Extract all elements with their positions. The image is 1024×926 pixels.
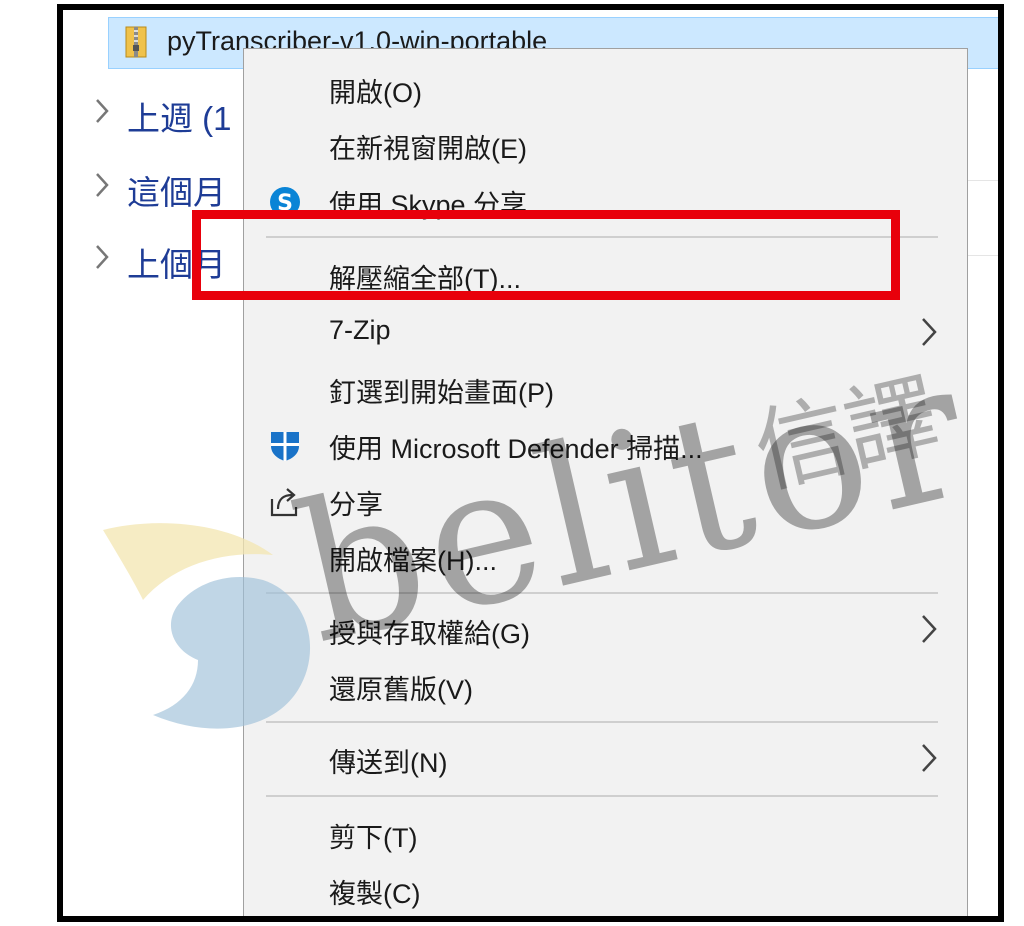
chevron-right-icon (922, 318, 937, 346)
screenshot-frame: pyTranscriber-v1.0-win-portable 上週 (1 這個… (57, 4, 1004, 922)
menu-item-send-to[interactable]: 傳送到(N) (244, 733, 967, 787)
group-label: 上週 (1 (127, 100, 232, 137)
menu-item-label: 複製(C) (329, 879, 421, 909)
menu-item-open[interactable]: 開啟(O) (244, 63, 967, 117)
group-label: 這個月 (127, 174, 226, 211)
menu-item-share[interactable]: 分享 (244, 475, 967, 529)
menu-item-label: 釘選到開始畫面(P) (329, 378, 554, 408)
chevron-right-icon (96, 245, 109, 269)
menu-item-label: 開啟(O) (329, 78, 422, 108)
menu-item-restore-previous[interactable]: 還原舊版(V) (244, 660, 967, 714)
context-menu: 開啟(O) 在新視窗開啟(E) S 使用 Skype 分享 解壓縮全部(T)..… (243, 48, 968, 916)
skype-icon: S (270, 187, 300, 217)
menu-item-cut[interactable]: 剪下(T) (244, 808, 967, 862)
menu-item-label: 授與存取權給(G) (329, 619, 530, 649)
menu-item-label: 7-Zip (329, 315, 391, 345)
menu-item-extract-all[interactable]: 解壓縮全部(T)... (244, 249, 967, 303)
menu-item-label: 解壓縮全部(T)... (329, 264, 521, 294)
menu-item-label: 分享 (329, 490, 383, 520)
menu-item-label: 使用 Microsoft Defender 掃描... (329, 434, 703, 464)
menu-item-pin-to-start[interactable]: 釘選到開始畫面(P) (244, 363, 967, 417)
chevron-right-icon (922, 615, 937, 643)
menu-item-label: 在新視窗開啟(E) (329, 134, 527, 164)
menu-item-give-access[interactable]: 授與存取權給(G) (244, 604, 967, 658)
menu-item-copy[interactable]: 複製(C) (244, 864, 967, 916)
menu-separator (266, 592, 938, 594)
group-label: 上個月 (127, 246, 226, 283)
menu-item-open-new-window[interactable]: 在新視窗開啟(E) (244, 119, 967, 173)
menu-separator (266, 795, 938, 797)
chevron-right-icon (922, 744, 937, 772)
menu-item-label: 使用 Skype 分享 (329, 190, 528, 220)
menu-item-scan-defender[interactable]: 使用 Microsoft Defender 掃描... (244, 419, 967, 473)
menu-item-open-file[interactable]: 開啟檔案(H)... (244, 531, 967, 585)
menu-item-label: 還原舊版(V) (329, 675, 473, 705)
zip-folder-icon (125, 26, 147, 58)
menu-item-label: 傳送到(N) (329, 748, 448, 778)
chevron-right-icon (96, 99, 109, 123)
svg-text:S: S (277, 191, 293, 216)
menu-separator (266, 721, 938, 723)
menu-item-7zip[interactable]: 7-Zip (244, 307, 967, 361)
chevron-right-icon (96, 173, 109, 197)
menu-item-label: 剪下(T) (329, 823, 418, 853)
menu-separator (266, 236, 938, 238)
share-icon (270, 488, 298, 517)
defender-shield-icon (271, 432, 299, 461)
menu-item-share-skype[interactable]: S 使用 Skype 分享 (244, 175, 967, 229)
menu-item-label: 開啟檔案(H)... (329, 546, 497, 576)
